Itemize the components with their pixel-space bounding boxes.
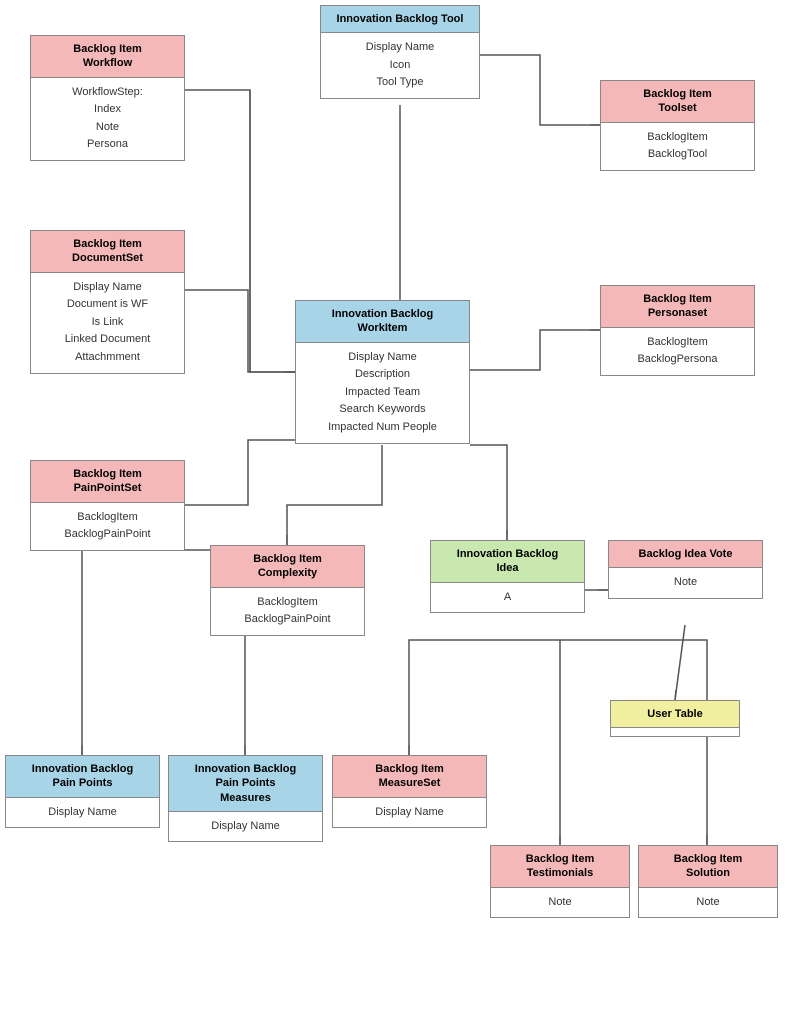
entity-title: Backlog Idea Vote bbox=[609, 541, 762, 568]
field: Attachmment bbox=[39, 349, 176, 367]
entity-body: BacklogItem BacklogPainPoint bbox=[31, 503, 184, 550]
entity-title: Backlog ItemWorkflow bbox=[31, 36, 184, 78]
field: Note bbox=[617, 574, 754, 592]
entity-innovation-backlog-tool: Innovation Backlog Tool Display Name Ico… bbox=[320, 5, 480, 99]
field: Impacted Num People bbox=[304, 419, 461, 437]
field: Linked Document bbox=[39, 331, 176, 349]
entity-body: Note bbox=[609, 568, 762, 598]
entity-body: Display Name bbox=[6, 798, 159, 828]
entity-body: Note bbox=[639, 888, 777, 918]
field: Icon bbox=[329, 57, 471, 75]
field: Impacted Team bbox=[304, 384, 461, 402]
field: BacklogItem bbox=[39, 509, 176, 527]
entity-title: Backlog ItemDocumentSet bbox=[31, 231, 184, 273]
entity-body: BacklogItem BacklogPersona bbox=[601, 328, 754, 375]
entity-innovation-backlog-pain-points: Innovation BacklogPain Points Display Na… bbox=[5, 755, 160, 828]
entity-title: Backlog ItemToolset bbox=[601, 81, 754, 123]
entity-body: A bbox=[431, 583, 584, 613]
entity-title: User Table bbox=[611, 701, 739, 728]
entity-title: Innovation BacklogPain PointsMeasures bbox=[169, 756, 322, 812]
field: Document is WF bbox=[39, 296, 176, 314]
field: Note bbox=[39, 119, 176, 137]
field: Tool Type bbox=[329, 74, 471, 92]
entity-body: Display Name Description Impacted Team S… bbox=[296, 343, 469, 443]
field: BacklogTool bbox=[609, 146, 746, 164]
field: BacklogItem bbox=[609, 334, 746, 352]
entity-title: Innovation BacklogPain Points bbox=[6, 756, 159, 798]
field: Is Link bbox=[39, 314, 176, 332]
field: Search Keywords bbox=[304, 401, 461, 419]
entity-body: Display Name Document is WF Is Link Link… bbox=[31, 273, 184, 373]
field: Display Name bbox=[39, 279, 176, 297]
entity-body: Display Name bbox=[169, 812, 322, 842]
field: Display Name bbox=[14, 804, 151, 822]
entity-title: Backlog ItemMeasureSet bbox=[333, 756, 486, 798]
entity-backlog-idea-vote: Backlog Idea Vote Note bbox=[608, 540, 763, 599]
field: Display Name bbox=[341, 804, 478, 822]
entity-backlog-item-testimonials: Backlog ItemTestimonials Note bbox=[490, 845, 630, 918]
entity-body: BacklogItem BacklogPainPoint bbox=[211, 588, 364, 635]
entity-title: Backlog ItemComplexity bbox=[211, 546, 364, 588]
field: BacklogItem bbox=[609, 129, 746, 147]
entity-backlog-item-solution: Backlog ItemSolution Note bbox=[638, 845, 778, 918]
field: BacklogPainPoint bbox=[39, 526, 176, 544]
entity-body: Note bbox=[491, 888, 629, 918]
entity-body: BacklogItem BacklogTool bbox=[601, 123, 754, 170]
entity-backlog-item-measureset: Backlog ItemMeasureSet Display Name bbox=[332, 755, 487, 828]
entity-backlog-item-documentset: Backlog ItemDocumentSet Display Name Doc… bbox=[30, 230, 185, 374]
field: BacklogPersona bbox=[609, 351, 746, 369]
entity-title: Innovation BacklogWorkItem bbox=[296, 301, 469, 343]
entity-body: WorkflowStep: Index Note Persona bbox=[31, 78, 184, 160]
field: A bbox=[439, 589, 576, 607]
entity-title: Backlog ItemTestimonials bbox=[491, 846, 629, 888]
field: Display Name bbox=[329, 39, 471, 57]
field: Note bbox=[647, 894, 769, 912]
entity-innovation-backlog-idea: Innovation BacklogIdea A bbox=[430, 540, 585, 613]
entity-backlog-item-painpointset: Backlog ItemPainPointSet BacklogItem Bac… bbox=[30, 460, 185, 551]
entity-innovation-backlog-pain-points-measures: Innovation BacklogPain PointsMeasures Di… bbox=[168, 755, 323, 842]
field: Persona bbox=[39, 136, 176, 154]
field: WorkflowStep: bbox=[39, 84, 176, 102]
entity-backlog-item-toolset: Backlog ItemToolset BacklogItem BacklogT… bbox=[600, 80, 755, 171]
field: Description bbox=[304, 366, 461, 384]
field: Display Name bbox=[304, 349, 461, 367]
field: Index bbox=[39, 101, 176, 119]
entity-body: Display Name bbox=[333, 798, 486, 828]
entity-backlog-item-personaset: Backlog ItemPersonaset BacklogItem Backl… bbox=[600, 285, 755, 376]
field: BacklogPainPoint bbox=[219, 611, 356, 629]
entity-user-table: User Table bbox=[610, 700, 740, 737]
field: BacklogItem bbox=[219, 594, 356, 612]
entity-innovation-backlog-workitem: Innovation BacklogWorkItem Display Name … bbox=[295, 300, 470, 444]
field: Note bbox=[499, 894, 621, 912]
entity-backlog-item-complexity: Backlog ItemComplexity BacklogItem Backl… bbox=[210, 545, 365, 636]
entity-title: Backlog ItemPainPointSet bbox=[31, 461, 184, 503]
entity-title: Backlog ItemPersonaset bbox=[601, 286, 754, 328]
entity-title: Innovation Backlog Tool bbox=[321, 6, 479, 33]
entity-title: Backlog ItemSolution bbox=[639, 846, 777, 888]
field: Display Name bbox=[177, 818, 314, 836]
entity-body: Display Name Icon Tool Type bbox=[321, 33, 479, 98]
entity-title: Innovation BacklogIdea bbox=[431, 541, 584, 583]
entity-backlog-item-workflow: Backlog ItemWorkflow WorkflowStep: Index… bbox=[30, 35, 185, 161]
diagram-container: Innovation Backlog Tool Display Name Ico… bbox=[0, 0, 800, 1036]
entity-body bbox=[611, 728, 739, 736]
